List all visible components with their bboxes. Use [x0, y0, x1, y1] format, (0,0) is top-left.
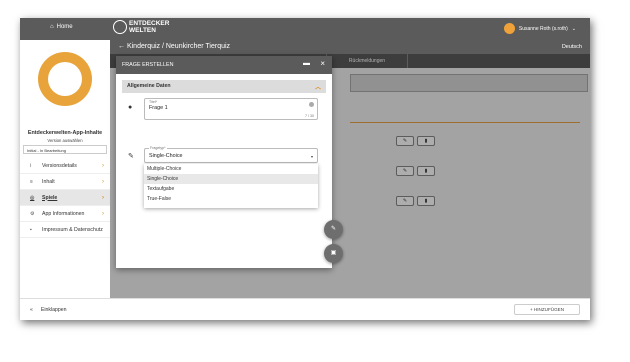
info-icon: i [30, 162, 32, 169]
sidebar: Entdeckerwelten-App-Inhalte Version ausw… [20, 40, 110, 320]
edit-icon: ✎ [128, 153, 134, 160]
sidebar-item-label: Inhalt [42, 178, 55, 185]
save-icon: ▣ [330, 250, 337, 256]
option-textaufgabe[interactable]: Textaufgabe [144, 184, 318, 194]
collapse-button[interactable]: « Einklappen [20, 298, 110, 320]
lock-icon: ▪ [30, 226, 32, 233]
question-type-value: Single-Choice [149, 153, 183, 159]
edit-icon: ✎ [330, 226, 337, 232]
chevron-up-icon: ︿ [314, 85, 321, 91]
edit-fab-button[interactable]: ✎ [324, 220, 343, 239]
app-logo: ENTDECKER WELTEN [113, 20, 169, 34]
person-icon: ● [128, 104, 133, 111]
add-button[interactable]: + HINZUFÜGEN [514, 304, 580, 315]
sidebar-item-inhalt[interactable]: ≡ Inhalt › [20, 174, 110, 190]
home-label: Home [56, 24, 73, 30]
gamepad-icon: ◎ [30, 194, 35, 201]
create-question-dialog: FRAGE ERSTELLEN ▬ × Allgemeine Daten ︿ ●… [116, 56, 332, 268]
sidebar-item-label: Versionsdetails [42, 162, 77, 169]
chevron-right-icon: › [102, 162, 104, 169]
sidebar-item-impressum[interactable]: ▪ Impressum & Datenschutz [20, 222, 110, 238]
page-title: ← Kinderquiz / Neunkircher Tierquiz [118, 43, 231, 50]
sidebar-item-label: Spiele [42, 194, 58, 201]
section-title: Allgemeine Daten [127, 83, 171, 89]
avatar [503, 23, 515, 34]
logo-line1: ENTDECKER [129, 20, 170, 27]
clear-icon[interactable] [309, 102, 314, 107]
chevron-right-icon: › [102, 194, 104, 201]
title-field-value: Frage 1 [149, 105, 168, 111]
chevron-down-icon: ⌄ [571, 25, 576, 32]
chevron-right-icon: › [102, 178, 104, 185]
home-icon: ⌂ [50, 24, 54, 30]
minimize-icon[interactable]: ▬ [303, 60, 310, 67]
question-type-dropdown: Multiple-Choice Single-Choice Textaufgab… [144, 164, 318, 208]
title-field[interactable]: Titel* Frage 1 7 / 30 [144, 98, 318, 120]
top-bar: ⌂ Home ENTDECKER WELTEN Susanne Roth (s.… [20, 18, 590, 40]
dialog-header: FRAGE ERSTELLEN ▬ × [116, 56, 332, 74]
section-header[interactable]: Allgemeine Daten ︿ [122, 80, 326, 93]
logo-line2: WELTEN [129, 27, 156, 34]
user-menu[interactable]: Susanne Roth (s.roth) ⌄ [503, 23, 576, 34]
language-select[interactable]: Deutsch [562, 44, 582, 50]
chevron-right-icon: › [102, 210, 104, 217]
logo-ring-icon [113, 20, 127, 34]
question-type-label: Fragetyp* [149, 146, 167, 150]
char-counter: 7 / 30 [305, 114, 314, 118]
sidebar-item-label: Impressum & Datenschutz [42, 226, 103, 233]
app-window: ⌂ Home ENTDECKER WELTEN Susanne Roth (s.… [20, 18, 590, 320]
title-field-label: Titel* [149, 100, 158, 104]
sidebar-nav: i Versionsdetails › ≡ Inhalt › ◎ Spiele … [20, 158, 110, 238]
sidebar-item-versionsdetails[interactable]: i Versionsdetails › [20, 158, 110, 174]
sidebar-title: Entdeckerwelten-App-Inhalte [27, 130, 103, 136]
version-select-label: Version auswählen [47, 138, 83, 143]
dialog-title: FRAGE ERSTELLEN [122, 62, 174, 68]
sidebar-item-label: App Informationen [42, 210, 85, 217]
option-multiple-choice[interactable]: Multiple-Choice [144, 164, 318, 174]
collapse-label: Einklappen [40, 306, 67, 313]
option-true-false[interactable]: True-False [144, 194, 318, 204]
double-chevron-left-icon: « [30, 306, 33, 313]
app-badge-logo [38, 52, 92, 106]
user-name: Susanne Roth (s.roth) [518, 25, 568, 32]
caret-down-icon: ▾ [310, 154, 313, 159]
save-fab-button[interactable]: ▣ [324, 244, 343, 263]
question-type-select[interactable]: Fragetyp* Single-Choice ▾ [144, 146, 318, 163]
close-icon[interactable]: × [320, 59, 325, 68]
sidebar-item-spiele[interactable]: ◎ Spiele › [20, 190, 110, 206]
back-arrow-icon[interactable]: ← [118, 43, 125, 50]
bottom-bar: + HINZUFÜGEN [110, 298, 590, 320]
sidebar-item-app-informationen[interactable]: ⚙ App Informationen › [20, 206, 110, 222]
option-single-choice[interactable]: Single-Choice [144, 174, 318, 184]
home-link[interactable]: ⌂ Home [50, 24, 73, 30]
main-header: ← Kinderquiz / Neunkircher Tierquiz Deut… [110, 40, 590, 54]
list-icon: ≡ [30, 178, 33, 185]
version-select[interactable]: Initial - In Bearbeitung [23, 145, 107, 154]
cogs-icon: ⚙ [30, 210, 35, 217]
